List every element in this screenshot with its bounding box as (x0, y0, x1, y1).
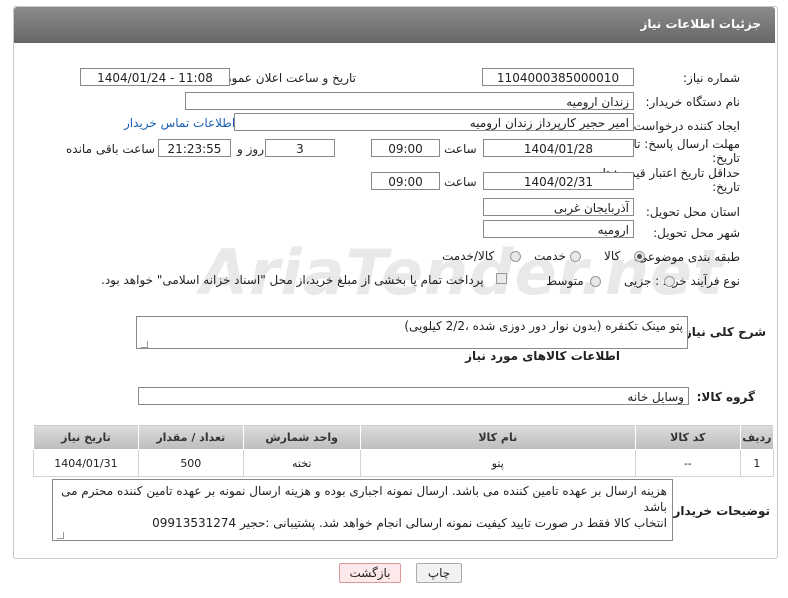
process-radio-minor[interactable] (664, 276, 675, 287)
city-field: ارومیه (483, 220, 634, 238)
col-item-code: کد کالا (634, 424, 741, 450)
province-field: آذربایجان غربی (483, 198, 634, 216)
category-option-goods-service: کالا/خدمت (442, 249, 495, 263)
reply-time-field: 09:00 (371, 139, 440, 157)
price-date-field: 1404/02/31 (483, 172, 634, 190)
page-title: جزئیات اطلاعات نیاز (640, 17, 761, 31)
creator-label: ایجاد کننده درخواست: (629, 119, 740, 133)
buyer-notes-field[interactable]: هزینه ارسال بر عهده تامین کننده می باشد.… (52, 479, 673, 541)
goods-section-title: اطلاعات کالاهای مورد نیاز (465, 349, 620, 363)
need-date-cell: 1404/01/31 (33, 449, 139, 477)
days-label: روز و (237, 142, 264, 156)
price-time-field: 09:00 (371, 172, 440, 190)
remaining-label: ساعت باقی مانده (66, 142, 156, 156)
col-quantity: تعداد / مقدار (137, 424, 244, 450)
resize-handle-icon[interactable] (57, 532, 64, 539)
buyer-org-label: نام دستگاه خریدار: (645, 95, 741, 109)
table-row: 1 -- پتو تخته 500 1404/01/31 (33, 449, 775, 477)
days-field: 3 (265, 139, 335, 157)
buyer-notes-line: هزینه ارسال بر عهده تامین کننده می باشد.… (61, 484, 667, 514)
price-time-label: ساعت (444, 175, 477, 189)
province-label: استان محل تحویل: (645, 205, 740, 219)
buyer-contact-link[interactable]: اطلاعات تماس خریدار (124, 116, 235, 130)
col-item-name: نام کالا (359, 424, 636, 450)
reply-time-label: ساعت (444, 142, 477, 156)
need-number-field: 1104000385000010 (482, 68, 634, 86)
item-name-cell: پتو (359, 449, 636, 477)
col-need-date: تاریخ نیاز (33, 424, 139, 450)
category-radio-goods[interactable] (634, 251, 645, 262)
resize-handle-icon[interactable] (141, 341, 148, 348)
item-code-cell: -- (634, 449, 741, 477)
creator-field: امیر حجیر کارپرداز زندان ارومیه (234, 113, 634, 131)
col-unit: واحد شمارش (242, 424, 361, 450)
buyer-notes-line: انتخاب کالا فقط در صورت تایید کیفیت نمون… (152, 516, 667, 530)
process-option-minor: جزیی (624, 274, 652, 288)
reply-deadline-label: مهلت ارسال پاسخ: تا تاریخ: (633, 137, 740, 165)
description-label: شرح کلی نیاز: (680, 325, 766, 339)
announce-label: تاریخ و ساعت اعلان عمومی: (211, 71, 356, 85)
city-label: شهر محل تحویل: (653, 226, 740, 240)
category-radio-goods-service[interactable] (510, 251, 521, 262)
goods-table: ردیف کد کالا نام کالا واحد شمارش تعداد /… (33, 424, 775, 477)
buyer-notes-label: توضیحات خریدار: (668, 504, 770, 518)
unit-cell: تخته (242, 449, 361, 477)
print-button[interactable]: چاپ (416, 563, 462, 583)
announce-field: 1404/01/24 - 11:08 (80, 68, 230, 86)
process-radio-medium[interactable] (590, 276, 601, 287)
description-field[interactable]: پتو مینک تکنفره (بدون نوار دور دوزی شده … (136, 316, 688, 349)
buyer-org-field: زندان ارومیه (185, 92, 634, 110)
back-button[interactable]: بازگشت (339, 563, 401, 583)
remaining-time-field: 21:23:55 (158, 139, 231, 157)
goods-group-field: وسایل خانه (138, 387, 689, 405)
row-number-cell: 1 (739, 449, 775, 477)
process-option-medium: متوسط (546, 274, 584, 288)
treasury-payment-note: پرداخت تمام یا بخشی از مبلغ خرید،از محل … (101, 273, 484, 287)
col-row-number: ردیف (739, 424, 775, 450)
panel-header: جزئیات اطلاعات نیاز (14, 7, 775, 43)
category-option-service: خدمت (534, 249, 566, 263)
goods-group-label: گروه کالا: (696, 390, 755, 404)
category-radio-service[interactable] (570, 251, 581, 262)
category-label: طبقه بندی موضوعی: (633, 250, 740, 264)
need-number-label: شماره نیاز: (683, 71, 740, 85)
category-option-goods: کالا (604, 249, 621, 263)
treasury-payment-checkbox[interactable] (496, 273, 507, 284)
reply-date-field: 1404/01/28 (483, 139, 634, 157)
quantity-cell: 500 (137, 449, 244, 477)
goods-table-header: ردیف کد کالا نام کالا واحد شمارش تعداد /… (33, 424, 775, 450)
